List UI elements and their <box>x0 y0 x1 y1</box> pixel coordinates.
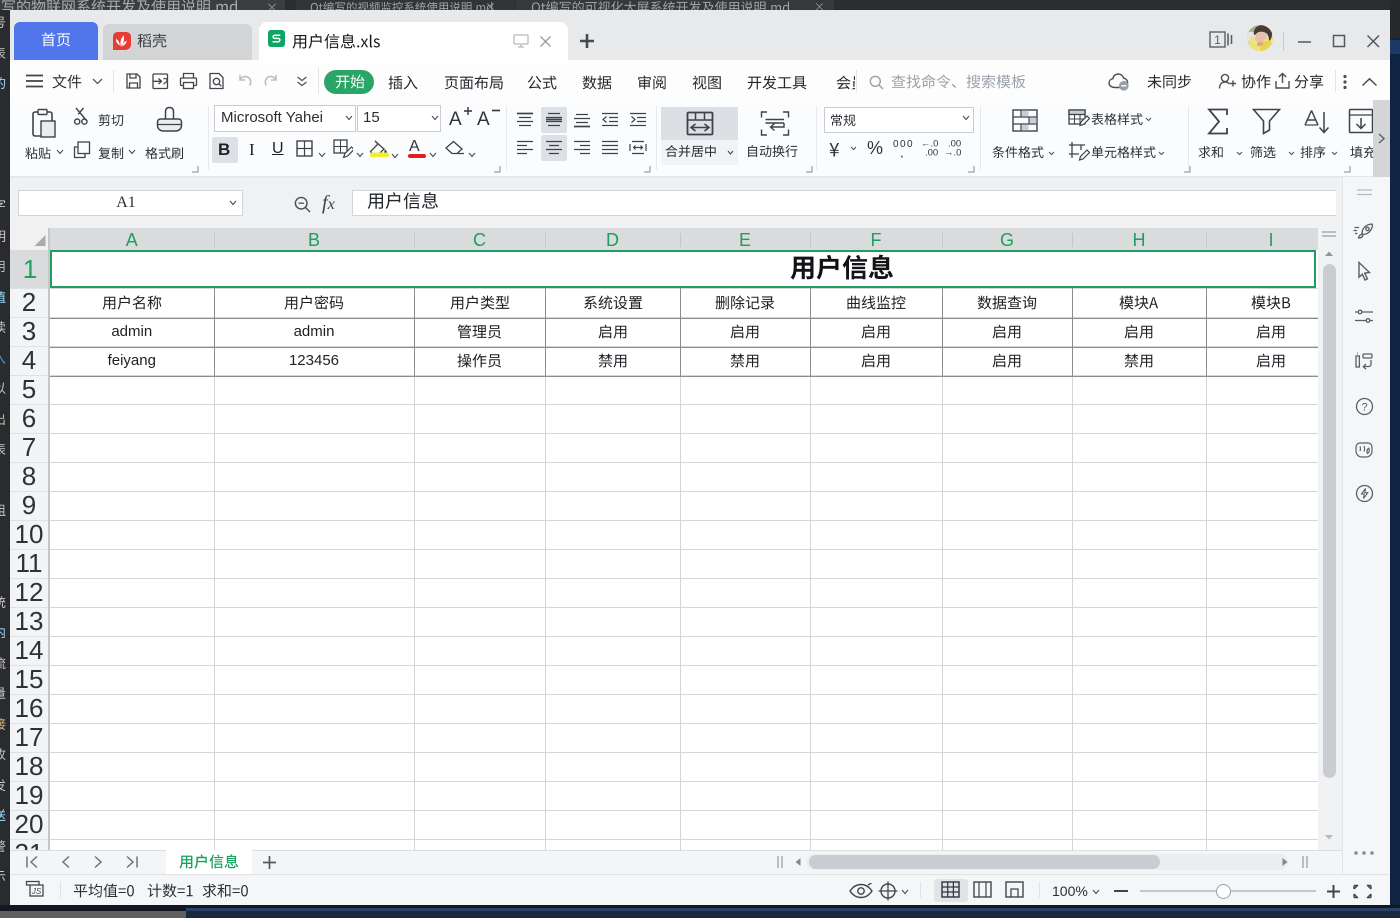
svg-text:1: 1 <box>1214 33 1221 47</box>
svg-text:,: , <box>900 145 904 158</box>
svg-text:→.0: →.0 <box>944 148 961 158</box>
svg-text:0: 0 <box>893 139 899 150</box>
svg-text:.00: .00 <box>925 148 938 158</box>
svg-text:0: 0 <box>907 139 913 150</box>
svg-text:?: ? <box>1361 401 1367 413</box>
svg-text:JS: JS <box>31 887 42 896</box>
svg-text:i: i <box>1357 352 1358 357</box>
